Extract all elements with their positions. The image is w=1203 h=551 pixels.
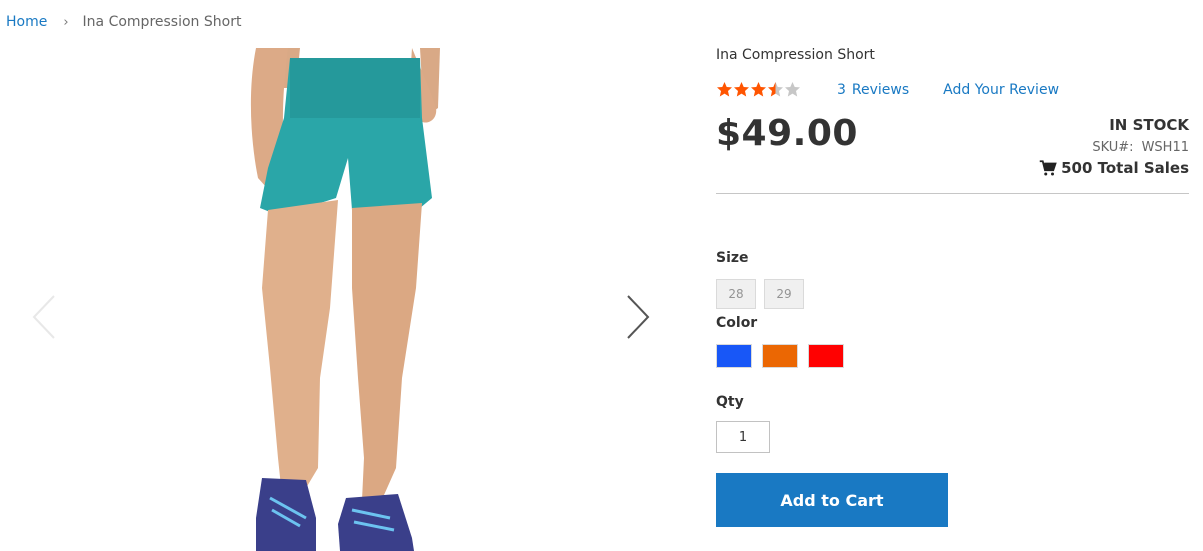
reviews-count: 3 (837, 81, 846, 98)
product-photo (250, 48, 440, 551)
size-option-29[interactable]: 29 (764, 279, 804, 309)
breadcrumb: Home › Ina Compression Short (6, 14, 241, 30)
sku-value: WSH11 (1141, 140, 1189, 155)
total-sales-text: 500 Total Sales (1061, 159, 1189, 177)
gallery-next-button[interactable] (624, 294, 652, 340)
product-title: Ina Compression Short (716, 47, 875, 63)
divider (716, 193, 1189, 194)
star-icon (785, 82, 800, 97)
chevron-left-icon (32, 295, 55, 339)
product-price: $49.00 (716, 113, 858, 154)
color-swatch[interactable] (716, 344, 752, 368)
star-icon (734, 82, 749, 97)
size-label: Size (716, 250, 749, 266)
product-gallery (0, 48, 690, 551)
chevron-right-icon (627, 295, 650, 339)
breadcrumb-current: Ina Compression Short (82, 14, 242, 30)
add-review-link[interactable]: Add Your Review (943, 82, 1059, 98)
breadcrumb-separator: › (63, 14, 69, 30)
star-icon (768, 82, 783, 97)
add-to-cart-button[interactable]: Add to Cart (716, 473, 948, 527)
rating-stars (716, 81, 801, 98)
size-options: 28 29 (716, 279, 804, 309)
product-rating: 3 Reviews Add Your Review (716, 81, 1059, 98)
product-sku: SKU#: WSH11 (1092, 140, 1189, 155)
shopping-cart-icon (1039, 160, 1057, 176)
star-icon (751, 82, 766, 97)
stock-status: IN STOCK (1109, 116, 1189, 134)
color-swatch[interactable] (808, 344, 844, 368)
color-swatch[interactable] (762, 344, 798, 368)
reviews-link[interactable]: 3 Reviews (837, 82, 909, 98)
breadcrumb-home-link[interactable]: Home (6, 14, 47, 30)
size-option-28[interactable]: 28 (716, 279, 756, 309)
sku-label: SKU#: (1092, 140, 1134, 155)
star-icon (717, 82, 732, 97)
total-sales: 500 Total Sales (1039, 159, 1189, 177)
color-options (716, 344, 844, 368)
color-label: Color (716, 315, 758, 331)
reviews-label: Reviews (851, 81, 910, 98)
qty-label: Qty (716, 394, 744, 410)
gallery-prev-button[interactable] (30, 294, 58, 340)
qty-input[interactable] (716, 421, 770, 453)
